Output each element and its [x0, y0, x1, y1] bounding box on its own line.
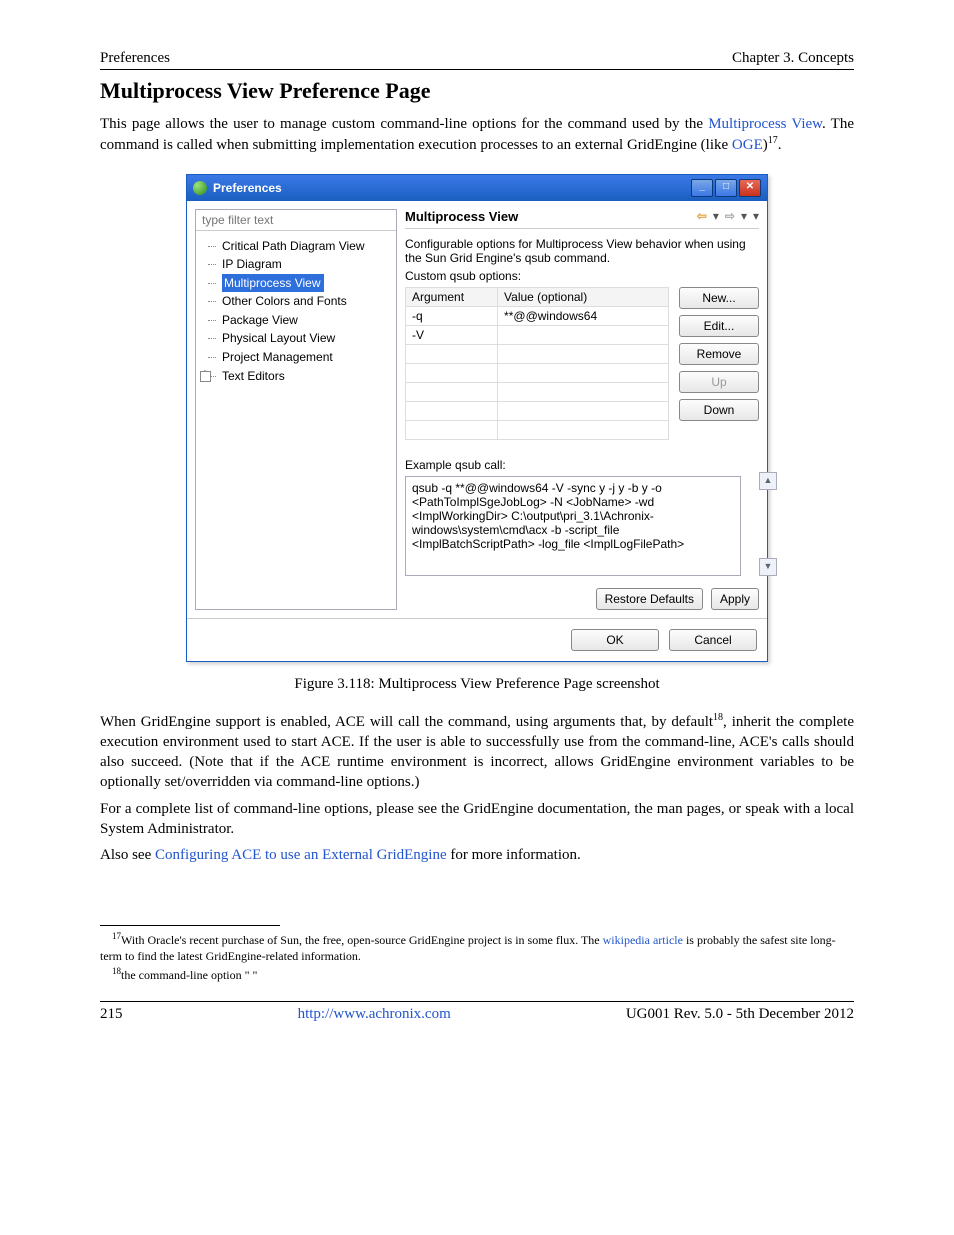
- up-button[interactable]: Up: [679, 371, 759, 393]
- link-oge[interactable]: OGE: [732, 137, 763, 153]
- table-row[interactable]: -V: [406, 325, 669, 344]
- right-panel-desc: Configurable options for Multiprocess Vi…: [405, 237, 759, 265]
- scroll-down-icon[interactable]: ▼: [759, 558, 777, 576]
- footnote-17: 17With Oracle's recent purchase of Sun, …: [100, 930, 854, 964]
- table-row[interactable]: -q **@@windows64: [406, 306, 669, 325]
- tree-item-package-view[interactable]: Package View: [200, 311, 392, 330]
- apply-button[interactable]: Apply: [711, 588, 759, 610]
- tree-panel: Critical Path Diagram View IP Diagram Mu…: [195, 209, 397, 610]
- qsub-options-table[interactable]: Argument Value (optional) -q **@@windows…: [405, 287, 669, 440]
- example-textarea[interactable]: qsub -q **@@windows64 -V -sync y -j y -b…: [405, 476, 741, 576]
- back-icon[interactable]: ⇦: [697, 209, 707, 223]
- filter-input[interactable]: [196, 210, 396, 231]
- ok-button[interactable]: OK: [571, 629, 659, 651]
- preferences-dialog: Preferences _ □ ✕ Critical Path Diagram …: [186, 174, 768, 662]
- footnote-rule: [100, 925, 280, 926]
- paragraph-4: Also see Configuring ACE to use an Exter…: [100, 845, 854, 865]
- expand-icon[interactable]: +: [202, 369, 208, 379]
- tree-item-text-editors[interactable]: + Text Editors: [200, 367, 392, 386]
- intro-paragraph: This page allows the user to manage cust…: [100, 114, 854, 156]
- example-label: Example qsub call:: [405, 458, 759, 472]
- close-button[interactable]: ✕: [739, 179, 761, 197]
- dialog-titlebar[interactable]: Preferences _ □ ✕: [187, 175, 767, 201]
- tree-item-ip-diagram[interactable]: IP Diagram: [200, 255, 392, 274]
- down-button[interactable]: Down: [679, 399, 759, 421]
- scroll-up-icon[interactable]: ▲: [759, 472, 777, 490]
- header-left: Preferences: [100, 50, 170, 67]
- footnote-ref-17[interactable]: 17: [768, 135, 778, 146]
- col-argument[interactable]: Argument: [406, 287, 498, 306]
- dialog-title: Preferences: [213, 181, 282, 195]
- footnote-18: 18the command-line option " ": [100, 965, 854, 983]
- tree-item-multiprocess-view[interactable]: Multiprocess View: [222, 274, 324, 293]
- new-button[interactable]: New...: [679, 287, 759, 309]
- link-multiprocess-view[interactable]: Multiprocess View: [708, 116, 822, 132]
- forward-dropdown-icon[interactable]: ▾: [741, 209, 747, 223]
- menu-dropdown-icon[interactable]: ▾: [753, 209, 759, 223]
- right-panel-title: Multiprocess View: [405, 209, 518, 224]
- paragraph-3: For a complete list of command-line opti…: [100, 799, 854, 840]
- app-icon: [193, 181, 207, 195]
- edit-button[interactable]: Edit...: [679, 315, 759, 337]
- tree-item-project-management[interactable]: Project Management: [200, 348, 392, 367]
- custom-options-label: Custom qsub options:: [405, 269, 759, 283]
- remove-button[interactable]: Remove: [679, 343, 759, 365]
- restore-defaults-button[interactable]: Restore Defaults: [596, 588, 703, 610]
- footer-rule: [100, 1001, 854, 1002]
- back-dropdown-icon[interactable]: ▾: [713, 209, 719, 223]
- footer-revision: UG001 Rev. 5.0 - 5th December 2012: [626, 1006, 854, 1023]
- forward-icon[interactable]: ⇨: [725, 209, 735, 223]
- page-number: 215: [100, 1006, 123, 1023]
- header-right: Chapter 3. Concepts: [732, 50, 854, 67]
- tree-item-physical-layout[interactable]: Physical Layout View: [200, 329, 392, 348]
- minimize-button[interactable]: _: [691, 179, 713, 197]
- paragraph-2: When GridEngine support is enabled, ACE …: [100, 711, 854, 793]
- footer-url[interactable]: http://www.achronix.com: [298, 1006, 451, 1023]
- tree-item-other-colors[interactable]: Other Colors and Fonts: [200, 292, 392, 311]
- cancel-button[interactable]: Cancel: [669, 629, 757, 651]
- footnote-ref-18[interactable]: 18: [713, 712, 723, 723]
- figure-caption: Figure 3.118: Multiprocess View Preferen…: [100, 676, 854, 693]
- tree-item-critical-path[interactable]: Critical Path Diagram View: [200, 237, 392, 256]
- preferences-tree: Critical Path Diagram View IP Diagram Mu…: [196, 231, 396, 392]
- maximize-button[interactable]: □: [715, 179, 737, 197]
- section-title: Multiprocess View Preference Page: [100, 78, 854, 104]
- link-configuring-ace[interactable]: Configuring ACE to use an External GridE…: [155, 847, 447, 863]
- link-wikipedia-article[interactable]: wikipedia article: [603, 933, 683, 947]
- col-value[interactable]: Value (optional): [498, 287, 669, 306]
